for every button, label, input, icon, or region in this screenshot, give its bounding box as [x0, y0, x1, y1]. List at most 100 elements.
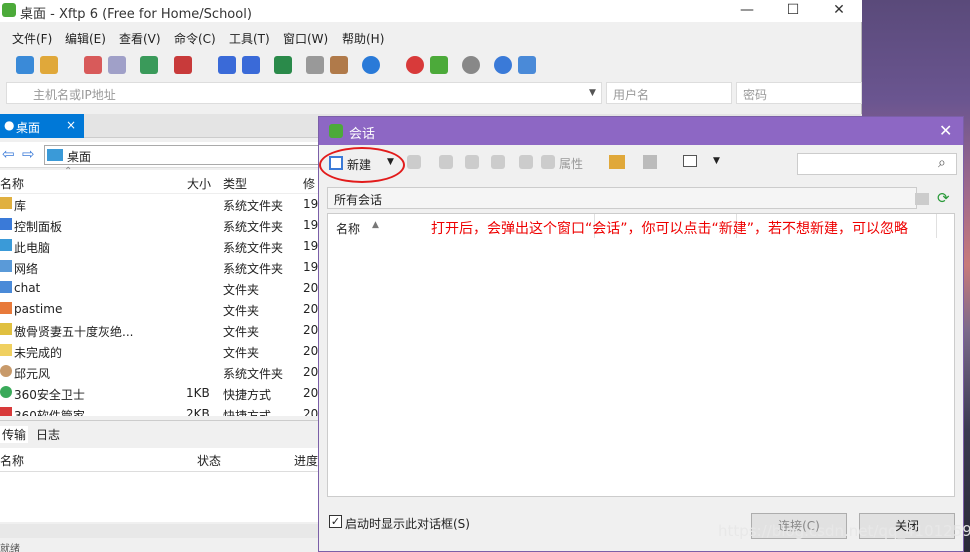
user-folder-icon: [0, 365, 12, 377]
col-name[interactable]: 名称: [0, 175, 24, 192]
record-icon[interactable]: [174, 56, 192, 74]
host-placeholder: 主机名或IP地址: [33, 88, 116, 102]
dialog-title-bar: 会话 ✕: [319, 117, 963, 145]
gear-icon[interactable]: [462, 56, 480, 74]
status-bar: 就绪: [0, 540, 320, 552]
paste-icon[interactable]: [330, 56, 348, 74]
view-icon[interactable]: [683, 155, 697, 167]
file-row[interactable]: 360软件管家 2KB 快捷方式 20: [0, 404, 320, 416]
annotation-text: 打开后，会弹出这个窗口“会话”，你可以点击“新建”，若不想新建，可以忽略: [431, 221, 909, 237]
col-size[interactable]: 大小: [187, 175, 211, 192]
menu-tools[interactable]: 工具(T): [229, 30, 270, 47]
username-input[interactable]: 用户名: [606, 82, 732, 104]
refresh-icon[interactable]: ⟳: [937, 189, 950, 207]
folder-network-icon: [0, 281, 12, 293]
chevron-down-icon[interactable]: ▼: [589, 88, 596, 98]
open-folder-icon[interactable]: [40, 56, 58, 74]
file-row[interactable]: 此电脑 系统文件夹 19: [0, 236, 320, 257]
all-sessions-bar: 所有会话: [327, 187, 917, 209]
download-icon[interactable]: [242, 56, 260, 74]
reconnect-icon[interactable]: [108, 56, 126, 74]
path-value: 桌面: [67, 150, 92, 164]
transfer-tabs: 传输 日志: [0, 420, 320, 446]
xfer-col-progress[interactable]: 进度: [294, 452, 318, 469]
paste-icon[interactable]: [491, 155, 505, 169]
xftp-icon[interactable]: [430, 56, 448, 74]
computer-icon: [0, 239, 12, 251]
watermark-text: https://blog.csdn.net/qq_41012595: [718, 522, 970, 540]
host-input[interactable]: 主机名或IP地址 ▼: [6, 82, 602, 104]
xshell-icon[interactable]: [406, 56, 424, 74]
file-row[interactable]: pastime 文件夹 20: [0, 299, 320, 320]
menu-command[interactable]: 命令(C): [174, 30, 216, 47]
startup-checkbox[interactable]: ✓: [329, 515, 342, 528]
sync-icon[interactable]: [140, 56, 158, 74]
file-row[interactable]: 未完成的 文件夹 20: [0, 341, 320, 362]
file-row[interactable]: 控制面板 系统文件夹 19: [0, 215, 320, 236]
file-list: 库 系统文件夹 19 控制面板 系统文件夹 19 此电脑 系统文件夹 19 网络…: [0, 194, 320, 416]
xftp-logo-icon: [329, 124, 343, 138]
file-row[interactable]: 360安全卫士 1KB 快捷方式 20: [0, 383, 320, 404]
horizontal-scrollbar[interactable]: [0, 524, 320, 538]
dialog-close-icon[interactable]: ✕: [939, 121, 952, 140]
delete-icon[interactable]: [519, 155, 533, 169]
highlight-circle: [319, 147, 405, 183]
file-row[interactable]: 邱元风 系统文件夹 20: [0, 362, 320, 383]
xfer-col-status[interactable]: 状态: [197, 452, 221, 469]
new-session-icon[interactable]: [16, 56, 34, 74]
control-panel-icon: [0, 218, 12, 230]
sort-up-icon: ⌃: [64, 166, 73, 177]
session-list: 名称 ▲: [327, 213, 955, 497]
upload-icon[interactable]: [218, 56, 236, 74]
password-placeholder: 密码: [743, 88, 768, 102]
cut-icon[interactable]: [439, 155, 453, 169]
path-input[interactable]: 桌面: [44, 145, 320, 165]
close-button[interactable]: ✕: [816, 0, 862, 22]
properties-label[interactable]: 属性: [559, 155, 583, 172]
transfer-icon[interactable]: [274, 56, 292, 74]
chat-icon[interactable]: [518, 56, 536, 74]
file-row[interactable]: chat 文件夹 20: [0, 278, 320, 299]
file-row[interactable]: 傲骨贤妻五十度灰绝... 文件夹 20: [0, 320, 320, 341]
tab-desktop-label: 桌面: [16, 121, 41, 135]
chevron-down-icon[interactable]: ▼: [713, 156, 720, 166]
copy-icon[interactable]: [306, 56, 324, 74]
tab-dot-icon: ●: [4, 118, 15, 132]
file-row[interactable]: 网络 系统文件夹 19: [0, 257, 320, 278]
tab-desktop[interactable]: ● 桌面 ×: [0, 114, 84, 138]
col-type[interactable]: 类型: [223, 175, 247, 192]
tab-close-icon[interactable]: ×: [66, 118, 76, 132]
tab-log[interactable]: 日志: [36, 426, 60, 443]
list-col-name[interactable]: 名称: [336, 220, 360, 237]
transfer-list: [0, 472, 320, 522]
tab-transfer[interactable]: 传输: [0, 426, 29, 443]
maximize-button[interactable]: ☐: [770, 0, 816, 22]
search-session-icon[interactable]: [407, 155, 421, 169]
minimize-button[interactable]: —: [724, 0, 770, 22]
session-search-input[interactable]: ⌕: [797, 153, 957, 175]
title-bar: 桌面 - Xftp 6 (Free for Home/School) — ☐ ✕: [0, 0, 862, 22]
transfer-header: 名称 状态 进度: [0, 448, 320, 472]
forward-arrow-icon[interactable]: ⇨: [22, 145, 35, 163]
startup-checkbox-label: 启动时显示此对话框(S): [345, 517, 470, 531]
back-arrow-icon[interactable]: ⇦: [2, 145, 15, 163]
xfer-col-name[interactable]: 名称: [0, 452, 24, 469]
folder-icon[interactable]: [609, 155, 625, 169]
menu-window[interactable]: 窗口(W): [283, 30, 328, 47]
menu-edit[interactable]: 编辑(E): [65, 30, 106, 47]
folder-icon: [0, 197, 12, 209]
copy-icon[interactable]: [465, 155, 479, 169]
column-divider: [936, 214, 937, 238]
globe-icon[interactable]: [362, 56, 380, 74]
col-modified[interactable]: 修: [303, 175, 315, 192]
file-row[interactable]: 库 系统文件夹 19: [0, 194, 320, 215]
help-icon[interactable]: [494, 56, 512, 74]
menu-view[interactable]: 查看(V): [119, 30, 161, 47]
folder-icon: [0, 344, 12, 356]
folder-up-icon[interactable]: [915, 193, 929, 205]
menu-file[interactable]: 文件(F): [12, 30, 52, 47]
menu-help[interactable]: 帮助(H): [342, 30, 384, 47]
disconnect-icon[interactable]: [84, 56, 102, 74]
password-input[interactable]: 密码: [736, 82, 862, 104]
export-icon[interactable]: [643, 155, 657, 169]
